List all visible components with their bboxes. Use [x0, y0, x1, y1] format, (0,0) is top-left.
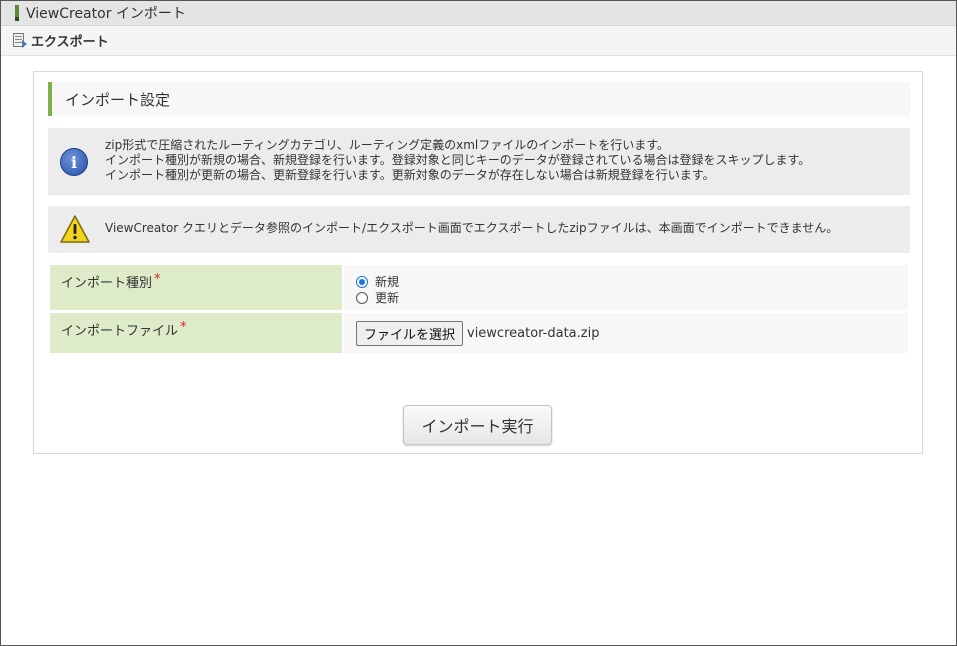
import-execute-button[interactable]: インポート実行	[403, 405, 552, 445]
info-icon: i	[60, 148, 88, 176]
import-type-label-text: インポート種別	[61, 276, 153, 291]
toolbar: エクスポート	[1, 26, 956, 56]
radio-new[interactable]	[356, 275, 368, 288]
radio-update-label[interactable]: 更新	[375, 289, 399, 306]
window-title: ViewCreator インポート	[26, 6, 186, 22]
radio-update[interactable]	[356, 291, 368, 304]
radio-option-new[interactable]: 新規	[356, 273, 399, 290]
info-line-1: zip形式で圧縮されたルーティングカテゴリ、ルーティング定義のxmlファイルのイ…	[105, 138, 670, 152]
import-file-label-text: インポートファイル	[61, 324, 179, 339]
required-mark: *	[154, 272, 161, 287]
info-message: i zip形式で圧縮されたルーティングカテゴリ、ルーティング定義のxmlファイル…	[48, 128, 910, 195]
section-title: インポート設定	[48, 82, 910, 116]
app-window: ViewCreator インポート エクスポート インポート設定 i zip形式…	[0, 0, 957, 646]
selected-file-name: viewcreator-data.zip	[467, 326, 600, 341]
import-file-row: インポートファイル * ファイルを選択 viewcreator-data.zip	[50, 313, 908, 353]
export-link[interactable]: エクスポート	[31, 31, 109, 50]
warning-text: ViewCreator クエリとデータ参照のインポート/エクスポート画面でエクス…	[105, 221, 839, 235]
required-mark: *	[180, 320, 187, 335]
radio-option-update[interactable]: 更新	[356, 289, 399, 306]
title-bar: ViewCreator インポート	[1, 1, 956, 26]
radio-new-label[interactable]: 新規	[375, 273, 399, 290]
export-icon[interactable]	[13, 33, 27, 48]
import-type-row: インポート種別 * 新規 更新	[50, 265, 908, 310]
choose-file-button[interactable]: ファイルを選択	[356, 321, 464, 346]
info-line-3: インポート種別が更新の場合、更新登録を行います。更新対象のデータが存在しない場合…	[105, 168, 715, 182]
import-settings-panel: インポート設定 i zip形式で圧縮されたルーティングカテゴリ、ルーティング定義…	[33, 71, 923, 454]
import-type-label: インポート種別 *	[50, 265, 342, 310]
import-file-field: ファイルを選択 viewcreator-data.zip	[344, 313, 908, 353]
title-marker-icon	[15, 5, 19, 21]
warning-message: ViewCreator クエリとデータ参照のインポート/エクスポート画面でエクス…	[48, 206, 910, 253]
import-file-label: インポートファイル *	[50, 313, 342, 353]
warning-icon	[60, 215, 90, 243]
import-type-options: 新規 更新	[344, 265, 908, 310]
info-line-2: インポート種別が新規の場合、新規登録を行います。登録対象と同じキーのデータが登録…	[105, 153, 811, 167]
